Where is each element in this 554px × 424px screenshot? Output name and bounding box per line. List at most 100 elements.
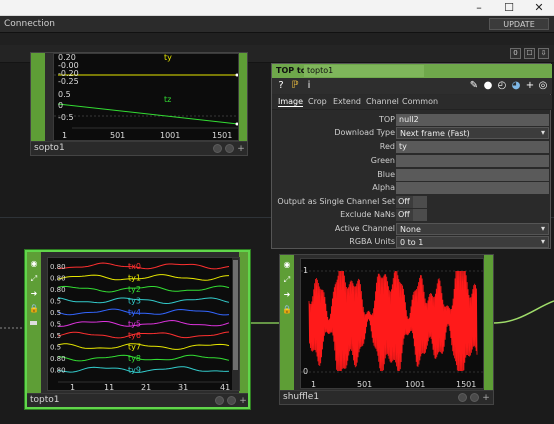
viewer-icon[interactable]: ◉	[282, 260, 292, 270]
node-sopto1[interactable]: 0.20 -0.00 -0.20 -0.25 0.5 0 -0.5 1 501 …	[30, 52, 248, 156]
rgba-units-dropdown[interactable]: 0 to 1	[396, 236, 549, 248]
scrollbar-thumb[interactable]	[233, 260, 238, 370]
viewer-icon[interactable]: ◉	[29, 259, 39, 269]
scrollbar[interactable]	[232, 258, 239, 390]
channel-label: ty1	[128, 274, 141, 283]
connection-bar: Connection UPDATE	[0, 16, 554, 33]
param-row-active-channel: Active Channel None	[272, 223, 552, 235]
toggle-view-button[interactable]: ☐	[524, 48, 535, 59]
channel-label: ty5	[128, 320, 141, 329]
channel-tick: 0.80	[50, 286, 66, 294]
x-tick: 501	[357, 380, 372, 389]
channel-tick: 0.5	[50, 309, 61, 317]
param-label: TOP	[378, 115, 395, 124]
topto1-chart-viewer: 0.80 tx0 0.80 ty1 0.80 ty2 0.5 ty3 0.5 ty4 0.5 ty5 0…	[47, 257, 240, 391]
viewer-toggle-button[interactable]	[213, 144, 222, 153]
exclude-nans-toggle[interactable]: Off	[396, 209, 427, 221]
channel-line	[57, 308, 230, 316]
help-icon[interactable]: ?	[275, 79, 287, 92]
counter-button[interactable]: 0	[510, 48, 521, 59]
x-tick: 31	[178, 383, 188, 391]
bypass-button[interactable]	[227, 396, 236, 405]
palette-icon[interactable]: ◕	[510, 79, 522, 92]
tab-image[interactable]: Image	[278, 97, 304, 107]
viewer-toggle-button[interactable]	[458, 393, 467, 402]
param-label: Green	[370, 156, 395, 165]
download-icon[interactable]: ⇩	[538, 48, 549, 59]
active-channel-dropdown[interactable]: None	[396, 223, 549, 235]
channel-tick: 0.80	[50, 263, 66, 271]
input-connector[interactable]	[30, 321, 37, 325]
graph-icon[interactable]: ⤢	[282, 275, 292, 285]
channel-line	[57, 354, 230, 362]
info-icon[interactable]: i	[303, 79, 315, 92]
node-footer: shuffle1 +	[280, 390, 493, 404]
channel-label: ty7	[128, 343, 141, 352]
y-tick: -0.5	[58, 113, 74, 122]
param-row-top: TOP null2	[272, 114, 552, 126]
target-icon[interactable]: ◎	[537, 79, 549, 92]
download-type-dropdown[interactable]: Next frame (Fast)	[396, 127, 549, 139]
arrow-icon[interactable]: ➜	[29, 289, 39, 299]
channel-label: ty8	[128, 354, 141, 363]
shuffle1-chart: 1 0 1 501 1001 1501	[301, 266, 483, 389]
op-name-field[interactable]: topto1	[304, 65, 424, 77]
tab-extend[interactable]: Extend	[333, 97, 361, 106]
sopto1-chart-viewer: 0.20 -0.00 -0.20 -0.25 0.5 0 -0.5 1 501 …	[53, 53, 239, 141]
lock-icon[interactable]: 🔒	[282, 305, 292, 315]
close-button[interactable]: ✕	[524, 0, 554, 16]
channel-tick: 0.5	[50, 332, 61, 340]
single-channel-toggle[interactable]: Off	[396, 196, 427, 208]
x-tick: 1501	[456, 380, 476, 389]
minimize-button[interactable]: –	[464, 0, 494, 16]
bypass-button[interactable]	[470, 393, 479, 402]
tab-channel[interactable]: Channel	[366, 97, 399, 106]
y-tick: 1	[303, 266, 308, 275]
series-tz-line	[57, 103, 238, 125]
green-field[interactable]	[396, 155, 549, 167]
param-row-single-channel: Output as Single Channel Set Off	[272, 196, 552, 208]
arrow-icon[interactable]: ➜	[282, 290, 292, 300]
param-label: Download Type	[334, 128, 395, 137]
spacer-bar	[0, 33, 554, 45]
red-field[interactable]: ty	[396, 141, 549, 153]
blue-field[interactable]	[396, 169, 549, 181]
tab-crop[interactable]: Crop	[308, 97, 327, 106]
add-icon[interactable]: +	[524, 79, 536, 92]
update-button[interactable]: UPDATE	[489, 18, 549, 30]
add-icon[interactable]: +	[236, 144, 246, 154]
add-icon[interactable]: +	[238, 396, 248, 406]
maximize-button[interactable]: ☐	[494, 0, 524, 16]
channel-tick: 0.80	[50, 367, 66, 375]
x-tick: 1	[62, 131, 67, 140]
graph-icon[interactable]: ⤢	[29, 274, 39, 284]
node-footer: sopto1 +	[31, 141, 247, 155]
node-shuffle1[interactable]: ◉ ⤢ ➜ 🔒 1 0 1 501 1001 1501 shuffle1 +	[279, 254, 494, 405]
channel-label: ty4	[128, 308, 141, 317]
add-icon[interactable]: +	[481, 393, 491, 403]
param-row-rgba-units: RGBA Units 0 to 1	[272, 236, 552, 248]
channel-tick: 0.80	[50, 275, 66, 283]
edit-icon[interactable]: ✎	[468, 79, 480, 92]
lock-icon[interactable]: 🔒	[29, 304, 39, 314]
viewer-toggle-button[interactable]	[215, 396, 224, 405]
param-row-blue: Blue	[272, 169, 552, 181]
node-topto1[interactable]: ◉ ⤢ ➜ 🔒 0.80 tx0 0.80 ty1 0.80 ty2 0.5 ty3 0.5 ty…	[25, 250, 250, 409]
channel-line	[57, 343, 230, 350]
ty-end-point	[235, 73, 238, 77]
compare-icon[interactable]: ◴	[496, 79, 508, 92]
channel-label: ty2	[128, 285, 141, 294]
node-right-strip	[484, 255, 493, 390]
node-left-strip	[31, 53, 45, 141]
tab-common[interactable]: Common	[402, 97, 438, 106]
x-tick: 1001	[405, 380, 425, 389]
y-tick: 0	[58, 101, 63, 110]
comment-icon[interactable]: ●	[482, 79, 494, 92]
param-label: Exclude NaNs	[340, 210, 395, 219]
alpha-field[interactable]	[396, 182, 549, 194]
channel-line	[57, 297, 230, 305]
bypass-button[interactable]	[225, 144, 234, 153]
top-field[interactable]: null2	[396, 114, 549, 126]
panel-header: TOP to topto1	[272, 64, 552, 78]
python-icon[interactable]: ℙ	[289, 79, 301, 92]
